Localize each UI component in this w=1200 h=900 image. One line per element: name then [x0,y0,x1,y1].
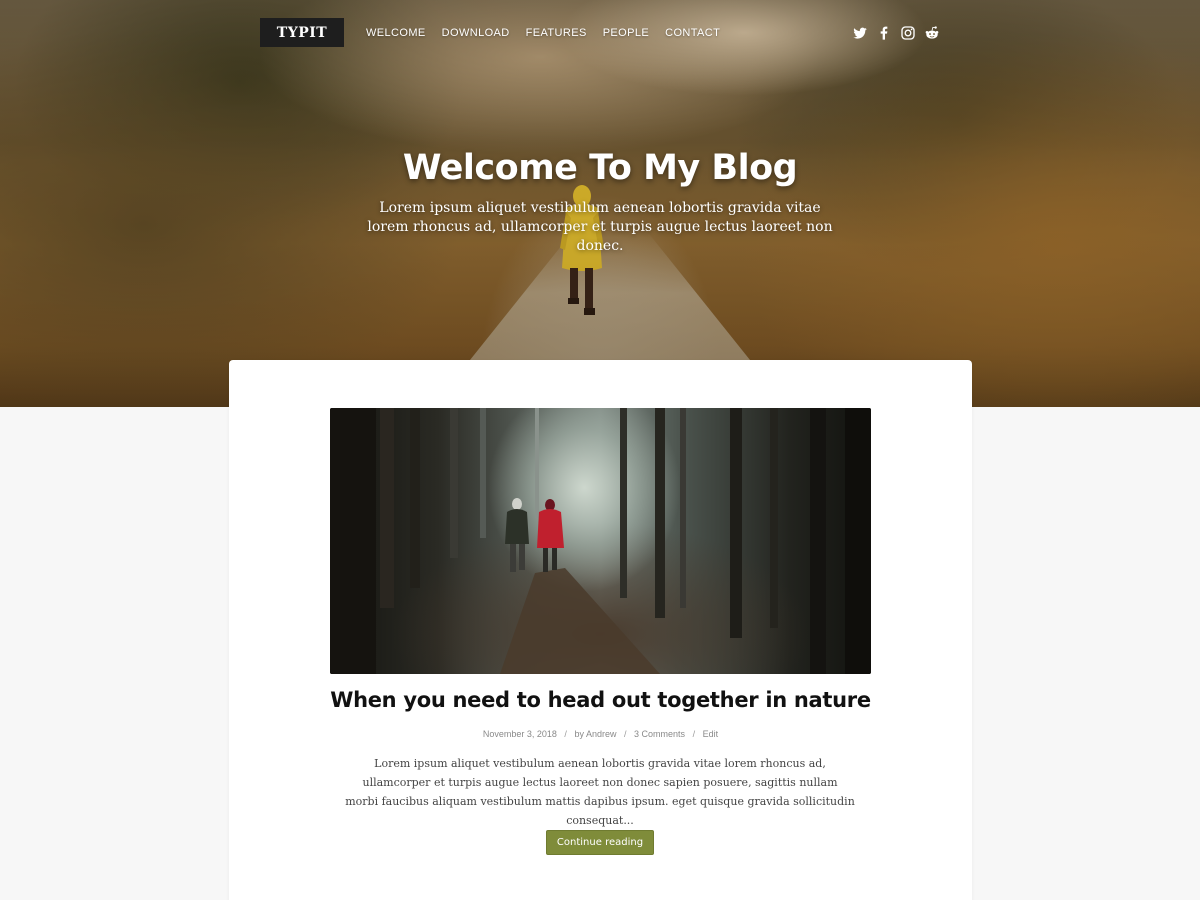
nav-item-download[interactable]: DOWNLOAD [442,26,510,40]
reddit-icon[interactable] [924,25,940,41]
post-date[interactable]: November 3, 2018 [483,729,557,739]
social-links [852,25,940,41]
twitter-icon[interactable] [852,25,868,41]
nav-item-contact[interactable]: CONTACT [665,26,720,40]
post-meta: November 3, 2018 / by Andrew / 3 Comment… [229,729,972,739]
page: TYPIT WELCOME DOWNLOAD FEATURES PEOPLE C… [0,0,1200,900]
post-excerpt: Lorem ipsum aliquet vestibulum aenean lo… [345,757,855,827]
meta-separator: / [624,729,627,739]
meta-separator: / [564,729,567,739]
featured-image[interactable] [330,408,871,674]
facebook-icon[interactable] [876,25,892,41]
meta-separator: / [692,729,696,739]
post-edit-link[interactable]: Edit [703,729,719,739]
nav-item-features[interactable]: FEATURES [526,26,587,40]
nav-item-people[interactable]: PEOPLE [603,26,649,40]
post-title[interactable]: When you need to head out together in na… [229,688,972,712]
main-nav: WELCOME DOWNLOAD FEATURES PEOPLE CONTACT [366,26,736,40]
instagram-icon[interactable] [900,25,916,41]
post-author[interactable]: by Andrew [574,729,616,739]
forest-walkers-image [330,408,871,674]
nav-item-welcome[interactable]: WELCOME [366,26,426,40]
post-comments-link[interactable]: 3 Comments [634,729,685,739]
continue-reading-button[interactable]: Continue reading [546,830,654,855]
hero-title: Welcome To My Blog [402,148,798,188]
hero-subtitle: Lorem ipsum aliquet vestibulum aenean lo… [367,200,833,254]
site-logo[interactable]: TYPIT [260,18,344,47]
